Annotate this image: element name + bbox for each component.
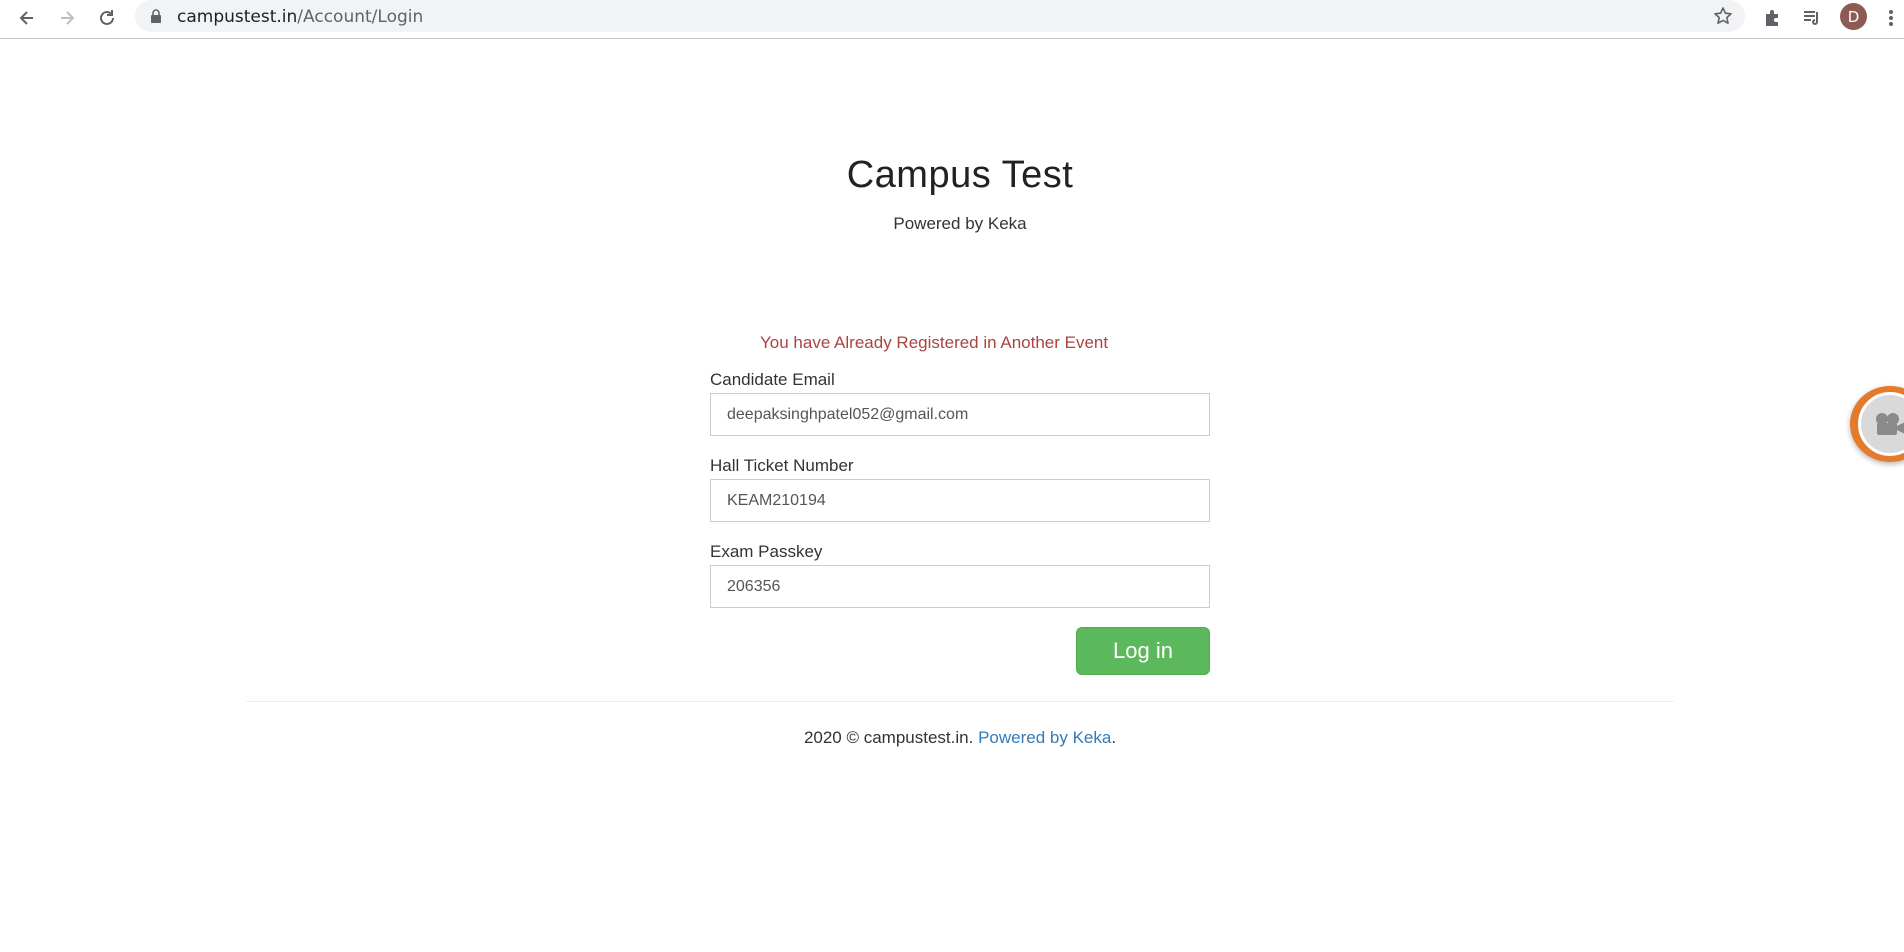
browser-toolbar: campustest.in/Account/Login D xyxy=(0,0,1904,39)
url-path: /Account/Login xyxy=(297,7,424,27)
hall-ticket-label: Hall Ticket Number xyxy=(710,456,854,475)
profile-avatar[interactable]: D xyxy=(1840,3,1867,30)
page-subtitle: Powered by Keka xyxy=(893,214,1027,233)
login-button[interactable]: Log in xyxy=(1076,627,1210,675)
hall-ticket-field[interactable]: KEAM210194 xyxy=(710,479,1210,522)
reload-icon xyxy=(100,10,114,25)
lock-icon xyxy=(151,9,161,23)
back-button[interactable] xyxy=(11,2,43,34)
footer-suffix: . xyxy=(1111,728,1117,747)
floating-recorder-widget[interactable] xyxy=(1850,386,1904,462)
more-menu-icon[interactable] xyxy=(1877,4,1904,32)
media-queue-icon[interactable] xyxy=(1798,4,1826,32)
footer-divider xyxy=(246,701,1674,702)
passkey-label: Exam Passkey xyxy=(710,542,823,561)
url-host: campustest.in xyxy=(177,7,298,27)
extensions-puzzle-icon[interactable] xyxy=(1758,4,1786,32)
arrow-left-icon xyxy=(19,11,33,25)
email-field[interactable]: deepaksinghpatel052@gmail.com xyxy=(710,393,1210,436)
passkey-field[interactable]: 206356 xyxy=(710,565,1210,608)
reload-button[interactable] xyxy=(91,2,123,34)
url-text: campustest.in/Account/Login xyxy=(177,7,423,27)
address-bar[interactable]: campustest.in/Account/Login xyxy=(135,0,1745,32)
footer-copyright: 2020 © campustest.in. xyxy=(803,728,974,747)
bookmark-star-icon[interactable] xyxy=(1713,6,1733,26)
arrow-right-icon xyxy=(61,11,75,25)
video-camera-icon xyxy=(1858,392,1904,456)
footer: 2020 © campustest.in. Powered by Keka. xyxy=(0,728,1904,748)
email-label: Candidate Email xyxy=(710,370,835,389)
forward-button[interactable] xyxy=(51,2,83,34)
error-message: You have Already Registered in Another E… xyxy=(760,333,1109,352)
powered-by-link[interactable]: Powered by Keka xyxy=(978,728,1111,747)
page-title: Campus Test xyxy=(846,154,1074,196)
